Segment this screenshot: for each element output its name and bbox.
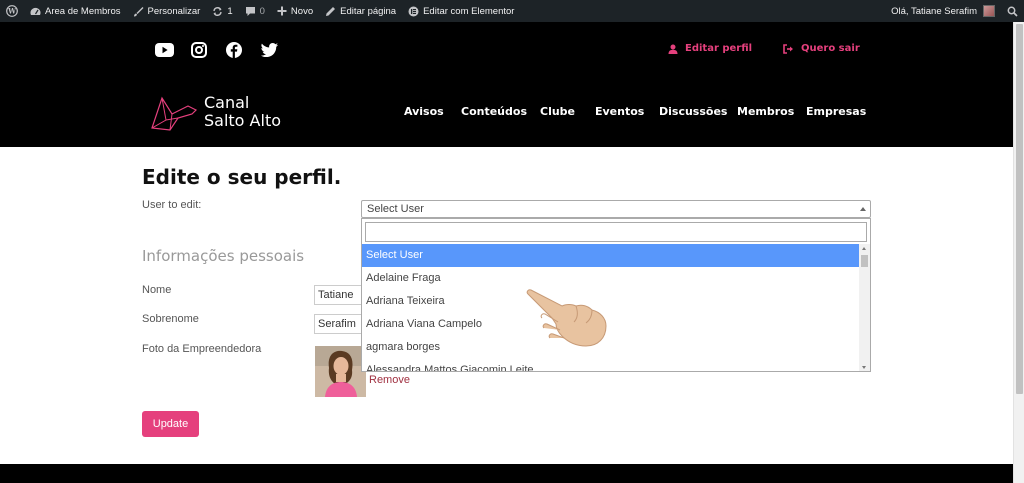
wordpress-logo-icon[interactable]: W — [0, 0, 24, 22]
account-greeting[interactable]: Olá, Tatiane Serafim — [891, 6, 977, 17]
first-name-label: Nome — [142, 284, 172, 296]
brush-icon — [133, 6, 144, 16]
nav-item-clube[interactable]: Clube — [540, 105, 575, 118]
nav-item-eventos[interactable]: Eventos — [595, 105, 644, 118]
facebook-icon[interactable] — [226, 40, 242, 60]
updates-menu[interactable]: 1 — [206, 0, 238, 22]
high-heel-icon — [151, 96, 198, 131]
logo-text: Canal Salto Alto — [204, 94, 281, 130]
select-arrow-icon — [860, 207, 866, 211]
section-title: Informações pessoais — [142, 247, 305, 265]
last-name-label: Sobrenome — [142, 313, 199, 325]
site-footer — [0, 464, 1013, 483]
elementor-icon — [408, 6, 419, 16]
avatar[interactable] — [983, 5, 995, 17]
edit-elementor-menu[interactable]: Editar com Elementor — [402, 0, 520, 22]
site-name-label: Area de Membros — [45, 5, 121, 17]
nav-item-conteudos[interactable]: Conteúdos — [461, 105, 527, 118]
customize-label: Personalizar — [147, 5, 201, 17]
edit-profile-link[interactable]: Editar perfil — [668, 43, 752, 54]
comment-icon — [245, 6, 255, 16]
dashboard-icon — [30, 7, 41, 15]
plus-icon — [277, 6, 287, 16]
twitter-icon[interactable] — [261, 40, 278, 60]
site-header: Editar perfil Quero sair Canal Salto Alt… — [0, 22, 1013, 147]
dropdown-option[interactable]: Adriana Viana Campelo — [362, 313, 860, 336]
pointing-hand-icon — [526, 289, 607, 347]
nav-item-empresas[interactable]: Empresas — [806, 105, 866, 118]
admin-bar: W Area de Membros Personalizar 1 0 Novo … — [0, 0, 1024, 22]
scroll-up-icon[interactable] — [862, 247, 866, 250]
photo-label: Foto da Empreendedora — [142, 343, 262, 355]
nav-item-discussoes[interactable]: Discussões — [659, 105, 727, 118]
updates-count: 1 — [227, 5, 233, 17]
new-label: Novo — [290, 5, 314, 17]
edit-page-label: Editar página — [340, 5, 397, 17]
dropdown-scrollbar[interactable] — [859, 244, 870, 371]
edit-profile-label: Editar perfil — [685, 43, 753, 54]
user-select[interactable]: Select User — [361, 200, 871, 218]
site-name-menu[interactable]: Area de Membros — [24, 0, 127, 22]
instagram-icon[interactable] — [191, 40, 207, 60]
logout-link[interactable]: Quero sair — [783, 43, 860, 54]
nav-item-membros[interactable]: Membros — [737, 105, 794, 118]
user-select-value: Select User — [367, 203, 424, 215]
dropdown-scroll-thumb[interactable] — [861, 255, 868, 267]
edit-elementor-label: Editar com Elementor — [423, 5, 515, 17]
edit-page-menu[interactable]: Editar página — [319, 0, 402, 22]
dropdown-option[interactable]: Adriana Teixeira — [362, 290, 860, 313]
dropdown-option[interactable]: Adelaine Fraga — [362, 267, 860, 290]
dropdown-options: Select User Adelaine Fraga Adriana Teixe… — [362, 244, 860, 371]
nav-item-avisos[interactable]: Avisos — [404, 105, 444, 118]
profile-photo — [315, 346, 366, 397]
last-name-field[interactable]: Serafim — [314, 314, 362, 334]
user-icon — [668, 44, 678, 54]
new-content-menu[interactable]: Novo — [271, 0, 319, 22]
customize-menu[interactable]: Personalizar — [127, 0, 207, 22]
site-logo[interactable]: Canal Salto Alto — [148, 90, 288, 136]
user-to-edit-label: User to edit: — [142, 199, 202, 211]
dropdown-search-input[interactable] — [365, 222, 867, 242]
youtube-icon[interactable] — [155, 40, 174, 60]
dropdown-option[interactable]: Select User — [362, 244, 860, 267]
sign-out-icon — [783, 43, 793, 54]
page-scrollbar[interactable] — [1013, 22, 1024, 483]
page-scroll-thumb[interactable] — [1016, 24, 1023, 394]
comments-menu[interactable]: 0 — [239, 0, 271, 22]
updates-icon — [213, 6, 223, 16]
scroll-down-icon[interactable] — [862, 366, 866, 369]
remove-photo-link[interactable]: Remove — [369, 374, 410, 386]
first-name-field[interactable]: Tatiane — [314, 285, 362, 305]
page-title: Edite o seu perfil. — [142, 165, 342, 189]
dropdown-option[interactable]: agmara borges — [362, 336, 860, 359]
dropdown-option[interactable]: Alessandra Mattos Giacomin Leite — [362, 359, 860, 371]
search-icon[interactable] — [1007, 6, 1018, 17]
comments-count: 0 — [259, 5, 265, 17]
logo-line-2: Salto Alto — [204, 111, 282, 130]
update-button[interactable]: Update — [142, 411, 199, 437]
pencil-icon — [326, 6, 336, 16]
logout-label: Quero sair — [801, 43, 860, 54]
logo-line-1: Canal — [204, 93, 250, 112]
user-select-dropdown: Select User Adelaine Fraga Adriana Teixe… — [361, 218, 871, 372]
svg-text:W: W — [7, 7, 16, 16]
